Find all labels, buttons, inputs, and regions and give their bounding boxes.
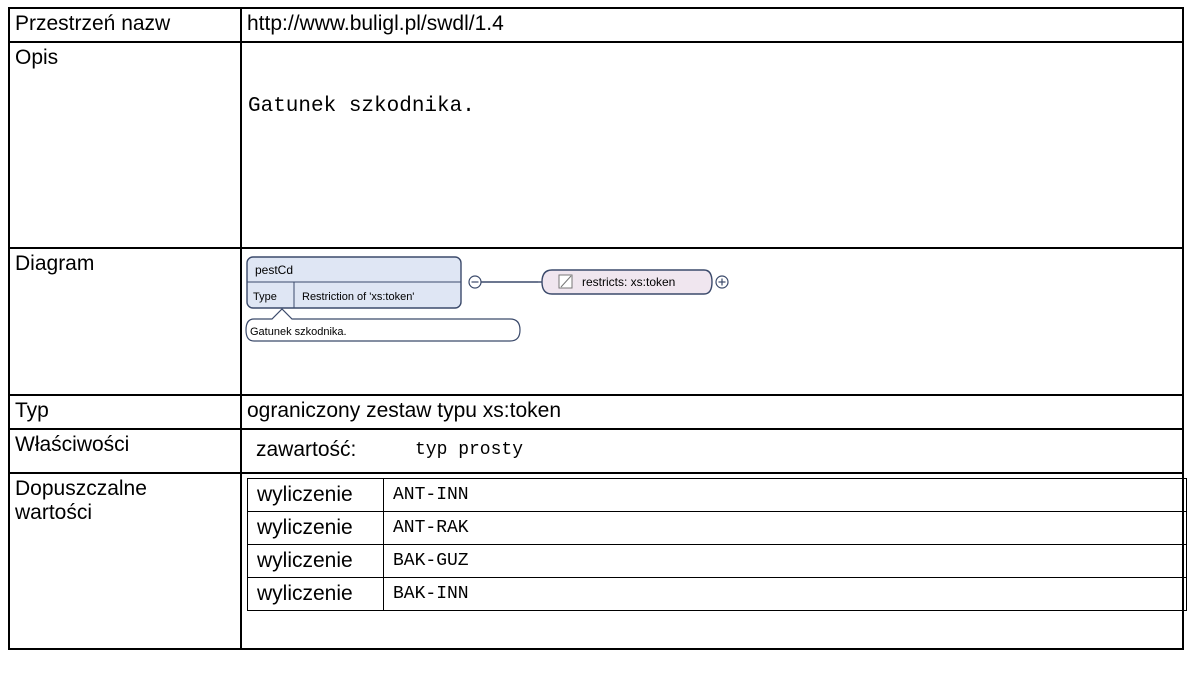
enumeration-value: ANT-RAK [383, 511, 1187, 545]
enumeration-table: wyliczenie ANT-INN wyliczenie ANT-RAK wy… [247, 478, 1187, 611]
enumeration-kind: wyliczenie [247, 511, 384, 545]
annotation-text: Gatunek szkodnika. [250, 326, 347, 338]
enumeration-row: wyliczenie ANT-RAK [247, 511, 1187, 545]
collapse-icon[interactable] [468, 275, 482, 289]
type-key: Type [253, 291, 277, 303]
namespace-value: http://www.buligl.pl/swdl/1.4 [247, 12, 504, 35]
properties-label: Właściwości [8, 428, 242, 474]
schema-diagram: pestCd Type Restriction of 'xs:token' re… [242, 249, 1182, 394]
enumeration-row: wyliczenie ANT-INN [247, 478, 1187, 512]
description-label: Opis [8, 41, 242, 249]
property-key: zawartość: [256, 438, 357, 461]
restricts-label: restricts: xs:token [582, 275, 675, 289]
enumeration-value: BAK-INN [383, 577, 1187, 611]
property-value: typ prosty [415, 440, 524, 460]
properties-table: zawartość: typ prosty [247, 433, 1187, 467]
element-name: pestCd [255, 263, 293, 277]
type-value: Restriction of 'xs:token' [302, 291, 414, 303]
enumeration-value: BAK-GUZ [383, 544, 1187, 578]
enumeration-kind: wyliczenie [247, 577, 384, 611]
enumeration-kind: wyliczenie [247, 478, 384, 512]
type-label: Typ [8, 394, 242, 430]
enumeration-kind: wyliczenie [247, 544, 384, 578]
element-spec-table: Przestrzeń nazw http://www.buligl.pl/swd… [8, 7, 1187, 650]
enumeration-row: wyliczenie BAK-GUZ [247, 544, 1187, 578]
enumeration-row: wyliczenie BAK-INN [247, 577, 1187, 611]
restriction-icon [558, 274, 573, 289]
namespace-label: Przestrzeń nazw [8, 7, 242, 43]
enumeration-value: ANT-INN [383, 478, 1187, 512]
type-value-text: ograniczony zestaw typu xs:token [247, 399, 561, 422]
expand-icon[interactable] [715, 275, 729, 289]
description-value: Gatunek szkodnika. [248, 95, 475, 118]
allowed-values-label: Dopuszczalne wartości [8, 472, 242, 650]
diagram-label: Diagram [8, 247, 242, 396]
